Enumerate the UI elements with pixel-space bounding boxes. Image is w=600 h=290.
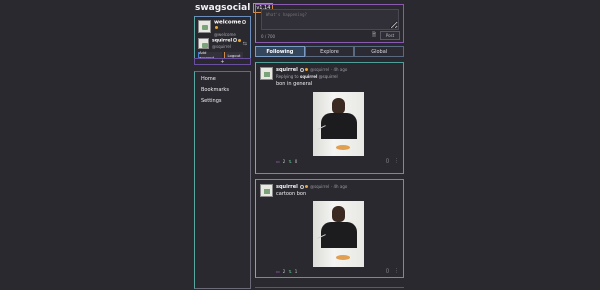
tab-global[interactable]: Global	[354, 46, 405, 57]
post-media-image[interactable]	[313, 92, 364, 156]
post-actions: ▭ 2 ⇅ 0	[276, 159, 297, 164]
compose-box: 0 / 700 🗎 Post	[255, 4, 404, 43]
post-card[interactable]: squirrel @squirrel · 4h ago Replying to …	[255, 62, 404, 174]
reply-icon[interactable]: ▭	[276, 159, 280, 164]
account-name: squirrel	[212, 38, 233, 44]
account-handle: @welcome	[213, 31, 236, 37]
boost-count: 0	[294, 159, 298, 164]
avatar	[198, 38, 209, 49]
post-username[interactable]: squirrel	[276, 184, 298, 190]
post-card[interactable]: squirrel @squirrel · 4h ago cartoon bon …	[255, 179, 404, 278]
post-timestamp: 4h ago	[333, 67, 348, 72]
account-name: welcome	[213, 19, 242, 26]
post-button[interactable]: Post	[380, 31, 400, 40]
gear-icon[interactable]	[242, 20, 247, 24]
tab-following[interactable]: Following	[255, 46, 305, 57]
post-timestamp: 4h ago	[333, 184, 348, 189]
notification-dot-icon	[238, 38, 242, 42]
reply-count: 2	[282, 269, 286, 274]
compose-input[interactable]	[261, 9, 399, 30]
avatar[interactable]	[260, 184, 273, 197]
status-dot-icon	[305, 185, 309, 188]
reply-user-link[interactable]: squirrel	[300, 74, 318, 79]
timeline-tabs: Following Explore Global	[255, 46, 405, 57]
brand-name[interactable]: swagsocial	[195, 3, 250, 13]
expand-accounts-button[interactable]: +	[194, 58, 251, 65]
more-icon[interactable]: ⋮	[394, 268, 399, 274]
app-root: swagsocial v1.14 welcome @welcome squirr…	[0, 0, 600, 290]
nav-item-home[interactable]: Home	[201, 76, 216, 82]
post-handle: @squirrel	[310, 67, 330, 72]
notification-dot-icon	[214, 26, 218, 29]
sidebar-nav: Home Bookmarks Settings	[194, 71, 251, 289]
tab-explore[interactable]: Explore	[304, 46, 355, 57]
gear-icon	[300, 67, 305, 72]
status-dot-icon	[305, 68, 309, 71]
reply-icon[interactable]: ▭	[276, 269, 280, 274]
bookmark-icon[interactable]: ▯	[386, 158, 389, 164]
char-count: 0 / 700	[261, 34, 276, 39]
account-handle: @squirrel	[212, 44, 231, 50]
account-secondary[interactable]: squirrel @squirrel	[198, 38, 242, 50]
avatar	[198, 20, 211, 33]
boost-icon[interactable]: ⇅	[288, 269, 291, 274]
gear-icon	[233, 38, 238, 42]
post-text: bon in general	[276, 81, 313, 87]
bookmark-icon[interactable]: ▯	[386, 268, 389, 274]
post-actions: ▭ 2 ⇅ 1	[276, 269, 297, 274]
post-handle: @squirrel	[310, 184, 330, 189]
reply-count: 2	[282, 159, 286, 164]
boost-icon[interactable]: ⇅	[288, 159, 291, 164]
post-text: cartoon bon	[276, 191, 307, 197]
nav-item-bookmarks[interactable]: Bookmarks	[201, 87, 229, 93]
more-icon[interactable]: ⋮	[394, 158, 399, 164]
avatar[interactable]	[260, 67, 273, 80]
attach-file-icon[interactable]: 🗎	[372, 32, 378, 40]
gear-icon	[300, 184, 305, 189]
reply-context: Replying to squirrel @squirrel	[276, 74, 338, 79]
nav-item-settings[interactable]: Settings	[201, 98, 222, 104]
post-media-image[interactable]	[313, 201, 364, 267]
switch-account-icon[interactable]: ⇆	[243, 41, 247, 47]
post-username[interactable]: squirrel	[276, 67, 298, 73]
boost-count: 1	[294, 269, 298, 274]
account-current[interactable]: welcome @welcome	[198, 20, 250, 37]
